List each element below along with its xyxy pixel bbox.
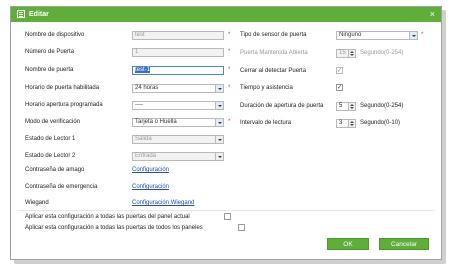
read-interval-unit: Segundo(0-10) [360, 120, 401, 126]
verify-mode-select[interactable]: Tarjeta o Huella [132, 118, 224, 127]
sensor-type-value: Ninguno [339, 32, 362, 38]
divider [17, 210, 435, 211]
sensor-type-label: Tipo de sensor de puerta [240, 32, 307, 38]
spinner-arrows-icon [348, 50, 355, 57]
dialog-title: Editar [29, 11, 49, 18]
verify-mode-value: Tarjeta o Huella [135, 119, 177, 125]
device-name-field[interactable]: test [132, 31, 224, 40]
required-mark: * [421, 32, 424, 38]
apply-all-panels-label: Aplicar esta configuración a todas las p… [25, 225, 203, 231]
spinner-arrows-icon[interactable] [348, 120, 355, 127]
active-schedule-select[interactable]: 24 horas [132, 84, 224, 93]
open-duration-unit: Segundo(0-254) [360, 103, 404, 109]
open-schedule-value: ---- [135, 102, 143, 108]
verify-mode-label: Modo de verificación [25, 119, 81, 125]
edit-form-icon [17, 10, 25, 18]
door-name-label: Nombre de puerta [25, 67, 74, 73]
chevron-down-icon[interactable] [215, 119, 223, 126]
door-name-field[interactable]: test-1 [132, 66, 224, 75]
chevron-down-icon [215, 153, 223, 160]
apply-current-panel-checkbox[interactable] [224, 213, 231, 220]
required-mark: * [228, 49, 231, 55]
emergency-password-label: Contraseña de emergencia [25, 184, 98, 190]
cancel-button[interactable]: Cancelar [379, 238, 429, 250]
required-mark: * [228, 32, 231, 38]
held-open-label: Puerta Mantenida Abierta [240, 50, 308, 56]
close-on-sensor-checkbox[interactable]: ✓ [336, 67, 343, 74]
held-open-unit: Segundo(0-254) [360, 50, 404, 56]
reader1-select[interactable]: Salida [132, 135, 224, 144]
door-number-field[interactable]: 1 [132, 48, 224, 57]
wiegand-label: Wiegand [25, 200, 49, 206]
reader2-select[interactable]: Entrada [132, 152, 224, 161]
active-schedule-value: 24 horas [135, 85, 159, 91]
open-schedule-label: Horario apertura programada [25, 102, 103, 108]
chevron-down-icon [215, 136, 223, 143]
sensor-type-select[interactable]: Ninguno [336, 31, 418, 40]
door-number-label: Número de Puerta [25, 49, 75, 55]
reader1-value: Salida [135, 136, 152, 142]
active-schedule-label: Horario de puerta habilitada [25, 85, 100, 91]
required-mark: * [228, 85, 231, 91]
wiegand-link[interactable]: Configuración Wiegand [132, 200, 194, 206]
read-interval-stepper[interactable]: 3 [336, 119, 356, 128]
time-attendance-checkbox[interactable]: ✓ [336, 84, 343, 91]
read-interval-label: Intervalo de lectura [240, 120, 292, 126]
close-on-sensor-label: Cerrar al detectar Puerta [240, 68, 307, 74]
open-duration-stepper[interactable]: 5 [336, 102, 356, 111]
dialog-titlebar: Editar × [11, 7, 441, 22]
chevron-down-icon[interactable] [215, 85, 223, 92]
time-attendance-label: Tiempo y asistencia [240, 85, 293, 91]
chevron-down-icon[interactable] [215, 102, 223, 109]
reader2-value: Entrada [135, 153, 157, 159]
device-name-label: Nombre de dispositivo [25, 32, 85, 38]
ok-button[interactable]: OK [327, 238, 369, 250]
reader1-label: Estado de Lector 1 [25, 136, 76, 142]
threat-password-label: Contraseña de amago [25, 167, 85, 173]
apply-all-panels-checkbox[interactable] [238, 224, 245, 231]
open-schedule-select[interactable]: ---- [132, 101, 224, 110]
edit-dialog: Editar × Nombre de dispositivo test * Nú… [10, 6, 442, 260]
apply-current-panel-label: Aplicar esta configuración a todas las p… [25, 214, 190, 220]
held-open-value: 15 [339, 50, 346, 56]
open-duration-label: Duración de apertura de puerta [240, 103, 324, 109]
held-open-stepper[interactable]: 15 [336, 49, 356, 58]
open-duration-value: 5 [339, 103, 343, 109]
door-name-selected-text: test-1 [135, 67, 151, 73]
chevron-down-icon[interactable] [409, 32, 417, 39]
reader2-label: Estado de Lector 2 [25, 153, 76, 159]
close-icon[interactable]: × [430, 9, 435, 19]
required-mark: * [228, 67, 231, 73]
required-mark: * [228, 119, 231, 125]
threat-password-link[interactable]: Configuración [132, 167, 169, 173]
emergency-password-link[interactable]: Configuración [132, 184, 169, 190]
spinner-arrows-icon[interactable] [348, 103, 355, 110]
read-interval-value: 3 [339, 120, 343, 126]
